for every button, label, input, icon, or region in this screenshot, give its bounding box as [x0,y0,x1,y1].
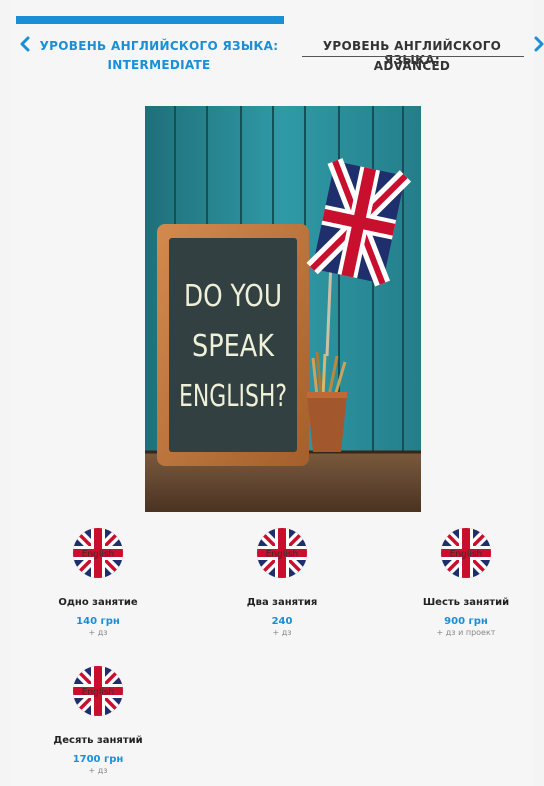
prev-level-link[interactable]: УРОВЕНЬ АНГЛИЙСКОГО ЯЗЫКА: INTERMEDIATE [16,16,284,76]
uk-flag-badge-icon: English [73,528,123,578]
chevron-right-icon [534,36,544,52]
product-note: + дз и проект [436,628,496,637]
product-price: 140 грн [76,616,120,627]
board-line-3: ENGLISH? [179,379,287,414]
chalkboard-illustration: DO YOU SPEAK ENGLISH? [145,106,421,512]
product-card[interactable]: English Два занятия 240 + дз [207,527,357,637]
product-name[interactable]: Десять занятий [23,735,173,746]
product-name[interactable]: Шесть занятий [391,597,541,608]
uk-flag-badge-icon: English [73,666,123,716]
next-level-name: ADVANCED [373,59,451,73]
uk-flag-badge-icon: English [441,528,491,578]
active-indicator-bar [16,16,284,24]
product-price: 240 [271,616,293,627]
prev-level-title: УРОВЕНЬ АНГЛИЙСКОГО ЯЗЫКА: [39,39,279,53]
chevron-left-icon [20,36,30,52]
uk-flag-badge-icon: English [257,528,307,578]
next-level-link[interactable]: УРОВЕНЬ АНГЛИЙСКОГО ЯЗЫКА: ADVANCED [296,16,544,76]
product-card[interactable]: English Десять занятий 1700 грн + дз [23,665,173,775]
product-card[interactable]: English Одно занятие 140 грн + дз [23,527,173,637]
product-name[interactable]: Два занятия [207,597,357,608]
product-note: + дз [88,766,108,775]
badge-label: English [450,550,483,560]
board-line-1: DO YOU [184,279,282,314]
product-note: + дз [88,628,108,637]
product-price: 1700 грн [72,754,124,765]
prev-level-name: INTERMEDIATE [107,58,211,72]
product-price: 900 грн [444,616,488,627]
badge-label: English [266,550,299,560]
badge-label: English [82,550,115,560]
product-note: + дз [272,628,292,637]
badge-label: English [82,688,115,698]
board-line-2: SPEAK [192,329,275,364]
next-level-underline [302,56,524,57]
product-name[interactable]: Одно занятие [23,597,173,608]
product-card[interactable]: English Шесть занятий 900 грн + дз и про… [391,527,541,637]
hero-image: DO YOU SPEAK ENGLISH? [145,106,421,512]
